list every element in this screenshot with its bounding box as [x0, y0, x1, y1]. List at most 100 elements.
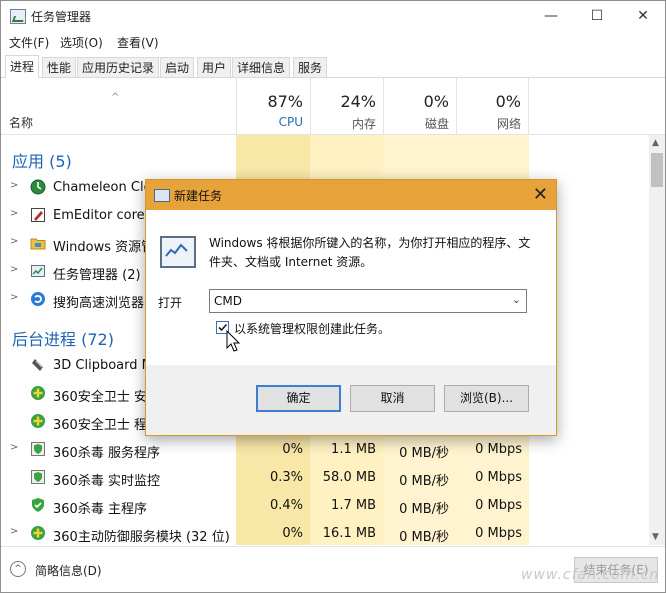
expand-icon[interactable]: >	[10, 236, 18, 247]
menu-view[interactable]: 查看(V)	[117, 34, 159, 51]
memory-total: 24%	[340, 92, 376, 111]
expand-icon[interactable]: >	[10, 208, 18, 219]
group-background: 后台进程 (72)	[12, 330, 114, 349]
column-network[interactable]: 0% 网络	[456, 78, 529, 134]
tab-app-history[interactable]: 应用历史记录	[77, 57, 160, 77]
run-program-icon	[160, 236, 196, 268]
cpu-value: 0%	[282, 526, 303, 541]
network-value: 0 Mbps	[475, 442, 522, 457]
disk-total: 0%	[423, 92, 449, 111]
table-row[interactable]: 360杀毒 主程序 0.4% 1.7 MB 0 MB/秒 0 Mbps	[1, 491, 649, 519]
editor-icon	[31, 208, 45, 222]
tab-users[interactable]: 用户	[197, 57, 232, 77]
shield-plus-icon	[31, 386, 45, 400]
dialog-description: Windows 将根据你所键入的名称，为你打开相应的程序、文件夹、文档或 Int…	[209, 236, 531, 269]
run-icon	[154, 189, 170, 202]
sort-up-icon: ^	[111, 92, 120, 103]
network-value: 0 Mbps	[475, 470, 522, 485]
cancel-button[interactable]: 取消	[350, 385, 435, 412]
menu-bar: 文件(F) 选项(O) 查看(V)	[1, 31, 665, 53]
process-name: 360安全卫士 程序	[53, 418, 160, 433]
scroll-thumb[interactable]	[651, 153, 663, 187]
process-name: 360杀毒 实时监控	[53, 474, 160, 489]
clipboard-icon	[32, 359, 43, 371]
mouse-cursor-icon	[226, 330, 240, 352]
process-name: 360杀毒 主程序	[53, 502, 147, 517]
tab-performance[interactable]: 性能	[42, 57, 77, 77]
scroll-down-icon[interactable]: ▼	[652, 532, 659, 542]
table-row[interactable]: 360杀毒 实时监控 0.3% 58.0 MB 0 MB/秒 0 Mbps	[1, 463, 649, 491]
disk-label: 磁盘	[424, 117, 449, 131]
tab-details[interactable]: 详细信息	[232, 57, 291, 77]
shield-plus-icon	[31, 526, 45, 540]
network-value: 0 Mbps	[475, 498, 522, 513]
process-name: 360主动防御服务模块 (32 位)	[53, 530, 230, 545]
open-input[interactable]: CMD	[214, 294, 242, 308]
expand-icon[interactable]: >	[10, 292, 18, 303]
network-value: 0 Mbps	[475, 526, 522, 541]
task-manager-window: 任务管理器 — ☐ ✕ 文件(F) 选项(O) 查看(V) 进程 性能 应用历史…	[0, 0, 666, 593]
tab-processes[interactable]: 进程	[5, 55, 40, 78]
process-name: 360安全卫士 安全	[53, 390, 160, 405]
chevron-down-icon[interactable]: ⌄	[512, 293, 521, 306]
column-header: ^ 名称 87% CPU 24% 内存 0% 磁盘 0% 网络	[1, 78, 665, 135]
expand-icon[interactable]: >	[10, 526, 18, 537]
disk-value: 0 MB/秒	[399, 502, 449, 517]
close-button[interactable]: ✕	[621, 1, 665, 31]
cpu-total: 87%	[267, 92, 303, 111]
browse-button[interactable]: 浏览(B)...	[444, 385, 529, 412]
tab-startup[interactable]: 启动	[160, 57, 195, 77]
process-name: 任务管理器 (2)	[53, 268, 141, 283]
antivirus-shield-icon	[32, 498, 44, 512]
expand-icon[interactable]: >	[10, 180, 18, 191]
expand-icon[interactable]: >	[10, 264, 18, 275]
tab-services[interactable]: 服务	[293, 57, 328, 77]
expand-icon[interactable]: >	[10, 442, 18, 453]
column-name[interactable]: 名称	[9, 114, 33, 131]
antivirus-icon	[31, 470, 45, 484]
window-title: 任务管理器	[31, 10, 92, 24]
menu-options[interactable]: 选项(O)	[60, 34, 103, 51]
cpu-value: 0%	[282, 442, 303, 457]
shield-plus-icon	[31, 414, 45, 428]
network-total: 0%	[495, 92, 521, 111]
memory-value: 1.7 MB	[331, 498, 376, 513]
group-apps: 应用 (5)	[12, 152, 72, 171]
folder-icon	[30, 238, 46, 250]
vertical-scrollbar[interactable]: ▲ ▼	[649, 135, 665, 545]
scroll-up-icon[interactable]: ▲	[652, 138, 659, 148]
memory-value: 16.1 MB	[322, 526, 376, 541]
memory-value: 58.0 MB	[322, 470, 376, 485]
task-manager-icon	[10, 9, 26, 24]
open-combobox[interactable]: CMD ⌄	[209, 289, 527, 313]
column-cpu[interactable]: 87% CPU	[236, 78, 310, 134]
disk-value: 0 MB/秒	[399, 474, 449, 489]
disk-value: 0 MB/秒	[399, 446, 449, 461]
network-label: 网络	[496, 117, 521, 131]
maximize-button[interactable]: ☐	[575, 1, 619, 31]
memory-value: 1.1 MB	[331, 442, 376, 457]
title-bar: 任务管理器 — ☐ ✕	[1, 1, 665, 31]
cpu-value: 0.4%	[269, 498, 303, 513]
column-memory[interactable]: 24% 内存	[310, 78, 383, 134]
ok-button[interactable]: 确定	[256, 385, 341, 412]
fewer-details-link[interactable]: 简略信息(D)	[35, 562, 102, 579]
admin-checkbox-label[interactable]: 以系统管理权限创建此任务。	[234, 320, 390, 337]
process-name: EmEditor core p	[53, 208, 158, 223]
process-name: 3D Clipboard M	[53, 358, 153, 373]
table-row[interactable]: > 360杀毒 服务程序 0% 1.1 MB 0 MB/秒 0 Mbps	[1, 435, 649, 463]
memory-label: 内存	[351, 117, 376, 131]
cpu-label: CPU	[278, 115, 303, 129]
watermark: www.cfan.com.cn	[521, 567, 660, 583]
cpu-value: 0.3%	[269, 470, 303, 485]
dialog-title: 新建任务	[174, 189, 223, 203]
menu-file[interactable]: 文件(F)	[9, 34, 49, 51]
disk-value: 0 MB/秒	[399, 530, 449, 545]
table-row[interactable]: > 360主动防御服务模块 (32 位) 0% 16.1 MB 0 MB/秒 0…	[1, 519, 649, 545]
dialog-close-icon[interactable]: ✕	[533, 184, 548, 205]
minimize-button[interactable]: —	[529, 1, 573, 31]
dialog-title-bar: 新建任务 ✕	[146, 180, 556, 210]
column-disk[interactable]: 0% 磁盘	[383, 78, 456, 134]
browser-icon	[31, 292, 45, 306]
collapse-chevron-icon[interactable]: ^	[10, 561, 26, 577]
